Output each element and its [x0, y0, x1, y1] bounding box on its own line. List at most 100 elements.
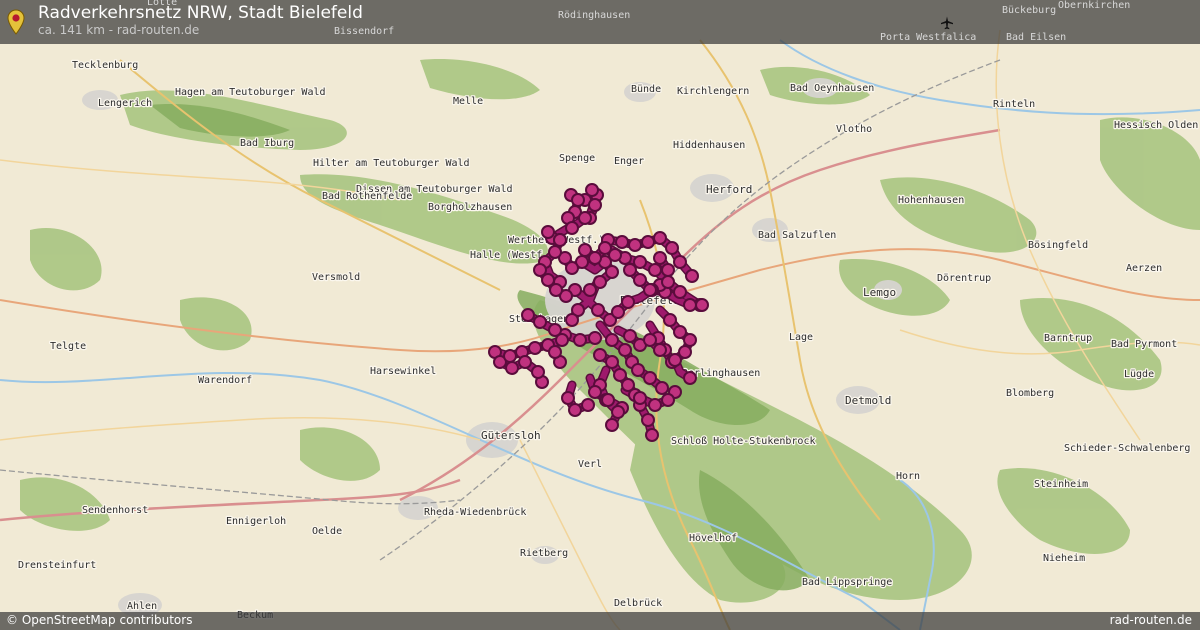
route-node[interactable]	[533, 315, 547, 329]
route-node[interactable]	[503, 349, 517, 363]
route-node[interactable]	[633, 391, 647, 405]
route-node[interactable]	[588, 331, 602, 345]
place-label: Borgholzhausen	[428, 202, 512, 213]
route-node[interactable]	[615, 235, 629, 249]
route-node[interactable]	[505, 361, 519, 375]
route-node[interactable]	[568, 403, 582, 417]
route-node[interactable]	[521, 308, 535, 322]
route-node[interactable]	[661, 263, 675, 277]
header-place-label: Porta Westfalica	[880, 32, 977, 43]
route-node[interactable]	[643, 333, 657, 347]
route-node[interactable]	[653, 231, 667, 245]
footer-bar: © OpenStreetMap contributors rad-routen.…	[0, 612, 1200, 630]
map-title: Radverkehrsnetz NRW, Stadt Bielefeld	[38, 3, 363, 23]
route-node[interactable]	[541, 225, 555, 239]
route-node[interactable]	[665, 241, 679, 255]
route-node[interactable]	[549, 283, 563, 297]
route-node[interactable]	[661, 393, 675, 407]
route-node[interactable]	[555, 333, 569, 347]
route-node[interactable]	[593, 275, 607, 289]
route-node[interactable]	[588, 385, 602, 399]
route-node[interactable]	[613, 368, 627, 382]
route-node[interactable]	[655, 381, 669, 395]
place-label: Oelde	[312, 526, 342, 537]
place-label: Vlotho	[836, 124, 872, 135]
route-node[interactable]	[611, 305, 625, 319]
route-node[interactable]	[578, 211, 592, 225]
place-label: Kirchlengern	[677, 86, 749, 97]
route-node[interactable]	[641, 413, 655, 427]
route-node[interactable]	[663, 313, 677, 327]
route-node[interactable]	[611, 405, 625, 419]
route-node[interactable]	[605, 333, 619, 347]
route-node[interactable]	[601, 393, 615, 407]
route-node[interactable]	[565, 261, 579, 275]
route-node[interactable]	[553, 233, 567, 247]
place-label: Barntrup	[1044, 333, 1092, 344]
route-node[interactable]	[641, 235, 655, 249]
place-label: Herford	[706, 183, 752, 196]
route-node[interactable]	[605, 355, 619, 369]
place-label: Bad Oeynhausen	[790, 83, 874, 94]
route-node[interactable]	[621, 295, 635, 309]
place-label: Delbrück	[614, 598, 662, 609]
route-node[interactable]	[633, 273, 647, 287]
route-node[interactable]	[683, 298, 697, 312]
header-bar: LotteOsnabrückRödinghausenBückeburgObern…	[0, 0, 1200, 44]
route-node[interactable]	[605, 418, 619, 432]
route-node[interactable]	[598, 241, 612, 255]
route-node[interactable]	[565, 221, 579, 235]
place-label: Hagen am Teutoburger Wald	[175, 87, 326, 98]
route-node[interactable]	[531, 365, 545, 379]
place-label: Bad Lippspringe	[802, 577, 892, 588]
route-node[interactable]	[631, 363, 645, 377]
place-label: Schieder-Schwalenberg	[1064, 443, 1190, 454]
route-node[interactable]	[565, 313, 579, 327]
route-node[interactable]	[581, 398, 595, 412]
place-label: Telgte	[50, 341, 86, 352]
route-node[interactable]	[648, 398, 662, 412]
route-node[interactable]	[673, 285, 687, 299]
route-node[interactable]	[643, 371, 657, 385]
header-place-label: Bückeburg	[1002, 5, 1057, 16]
osm-attribution[interactable]: © OpenStreetMap contributors	[6, 613, 192, 627]
route-node[interactable]	[668, 353, 682, 367]
route-node[interactable]	[653, 251, 667, 265]
route-node[interactable]	[561, 391, 575, 405]
brand-link[interactable]: rad-routen.de	[1110, 613, 1192, 627]
map-subtitle: ca. 141 km - rad-routen.de	[38, 23, 200, 37]
route-node[interactable]	[673, 255, 687, 269]
route-node[interactable]	[528, 341, 542, 355]
route-node[interactable]	[653, 343, 667, 357]
map-canvas[interactable]: Tecklenburg Lengerich Hagen am Teutoburger…	[0, 0, 1200, 630]
route-node[interactable]	[623, 329, 637, 343]
route-node[interactable]	[683, 333, 697, 347]
route-node[interactable]	[643, 283, 657, 297]
route-node[interactable]	[685, 269, 699, 283]
route-node[interactable]	[623, 263, 637, 277]
place-label: Melle	[453, 96, 483, 107]
header-place-label: Obernkirchen	[1058, 0, 1131, 11]
route-node[interactable]	[533, 263, 547, 277]
route-node[interactable]	[548, 245, 562, 259]
route-node[interactable]	[628, 238, 642, 252]
route-node[interactable]	[593, 348, 607, 362]
route-node[interactable]	[585, 183, 599, 197]
route-node[interactable]	[645, 428, 659, 442]
route-node[interactable]	[605, 265, 619, 279]
route-node[interactable]	[571, 193, 585, 207]
route-node[interactable]	[661, 275, 675, 289]
route-node[interactable]	[578, 243, 592, 257]
route-node[interactable]	[683, 371, 697, 385]
place-label: Verl	[578, 459, 602, 470]
route-node[interactable]	[573, 333, 587, 347]
place-label: Lengerich	[98, 98, 152, 109]
route-node[interactable]	[695, 298, 709, 312]
route-node[interactable]	[648, 263, 662, 277]
route-node[interactable]	[618, 343, 632, 357]
map-view[interactable]: Tecklenburg Lengerich Hagen am Teutoburger…	[0, 0, 1200, 630]
route-node[interactable]	[591, 303, 605, 317]
route-node[interactable]	[518, 355, 532, 369]
route-node[interactable]	[588, 198, 602, 212]
route-node[interactable]	[548, 345, 562, 359]
